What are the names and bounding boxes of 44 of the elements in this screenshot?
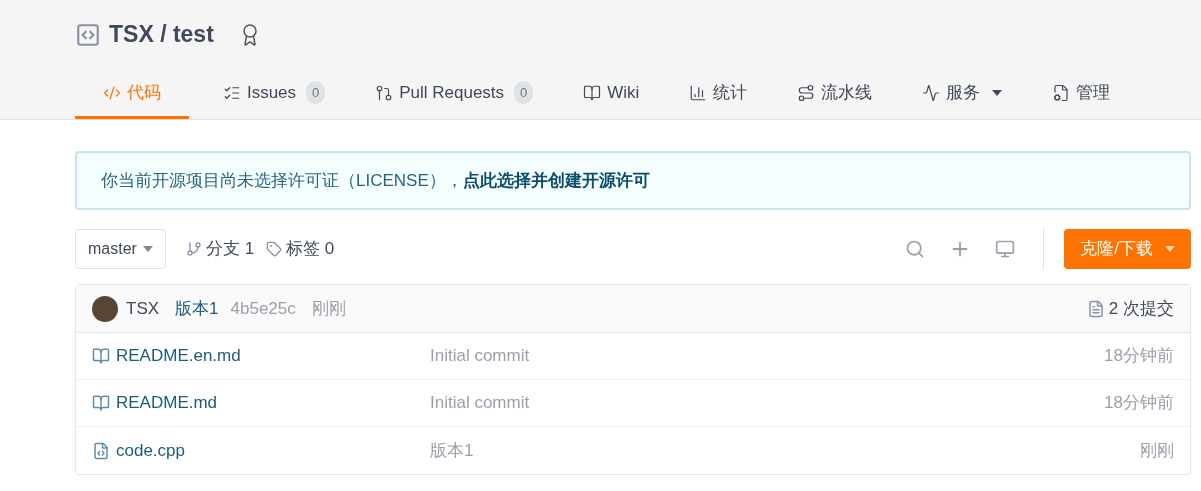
nav-tab[interactable]: 流水线 [781, 69, 889, 119]
file-link[interactable]: README.md [116, 390, 218, 416]
commit-time: 刚刚 [311, 297, 346, 320]
book-icon [583, 83, 602, 102]
code-file-icon [92, 441, 110, 460]
avatar [92, 295, 118, 322]
commit-count-link[interactable]: 2 次提交 [1108, 295, 1174, 322]
count-badge: 0 [306, 80, 326, 105]
commit-message[interactable]: 版本1 [175, 295, 219, 322]
branch-icon [185, 241, 202, 257]
repo-title[interactable]: TSX / test [109, 17, 214, 52]
file-time: 18分钟前 [1104, 392, 1174, 415]
license-link[interactable]: 点此选择并创建开源许可 [462, 167, 650, 194]
file-link[interactable]: README.en.md [116, 343, 241, 369]
tags-link[interactable]: 标签 0 [286, 236, 335, 262]
pulse-icon [922, 83, 941, 102]
pull-request-icon [375, 83, 394, 102]
file-time: 18分钟前 [1104, 345, 1174, 368]
file-gear-icon [1051, 83, 1070, 102]
bar-chart-icon [689, 83, 708, 102]
repo-icon [75, 21, 101, 48]
book-icon [92, 394, 110, 412]
commit-author[interactable]: TSX [126, 295, 160, 322]
count-badge: 0 [514, 80, 534, 105]
route-icon [797, 83, 816, 102]
nav-tab[interactable]: Issues 0 [206, 69, 342, 119]
code-icon [103, 83, 121, 102]
branch-select[interactable]: master [75, 229, 166, 269]
file-time: 刚刚 [1140, 439, 1174, 462]
file-link[interactable]: code.cpp [116, 437, 185, 464]
book-icon [92, 347, 110, 365]
nav-tab[interactable]: 服务 [906, 69, 1019, 119]
branches-link[interactable]: 分支 1 [205, 236, 255, 262]
search-icon[interactable] [905, 239, 926, 259]
nav-tab[interactable]: 管理 [1035, 69, 1126, 119]
monitor-icon[interactable] [995, 239, 1016, 259]
caret-icon [142, 246, 153, 252]
tag-icon [266, 241, 283, 257]
nav-tab[interactable]: 统计 [673, 69, 764, 119]
commits-icon [1086, 299, 1105, 318]
nav-tab[interactable]: Pull Requests 0 [359, 69, 550, 119]
notice-text: 你当前开源项目尚未选择许可证（LICENSE）， [101, 169, 463, 192]
caret-icon [1165, 246, 1175, 252]
nav-tab[interactable]: Wiki [567, 69, 656, 119]
